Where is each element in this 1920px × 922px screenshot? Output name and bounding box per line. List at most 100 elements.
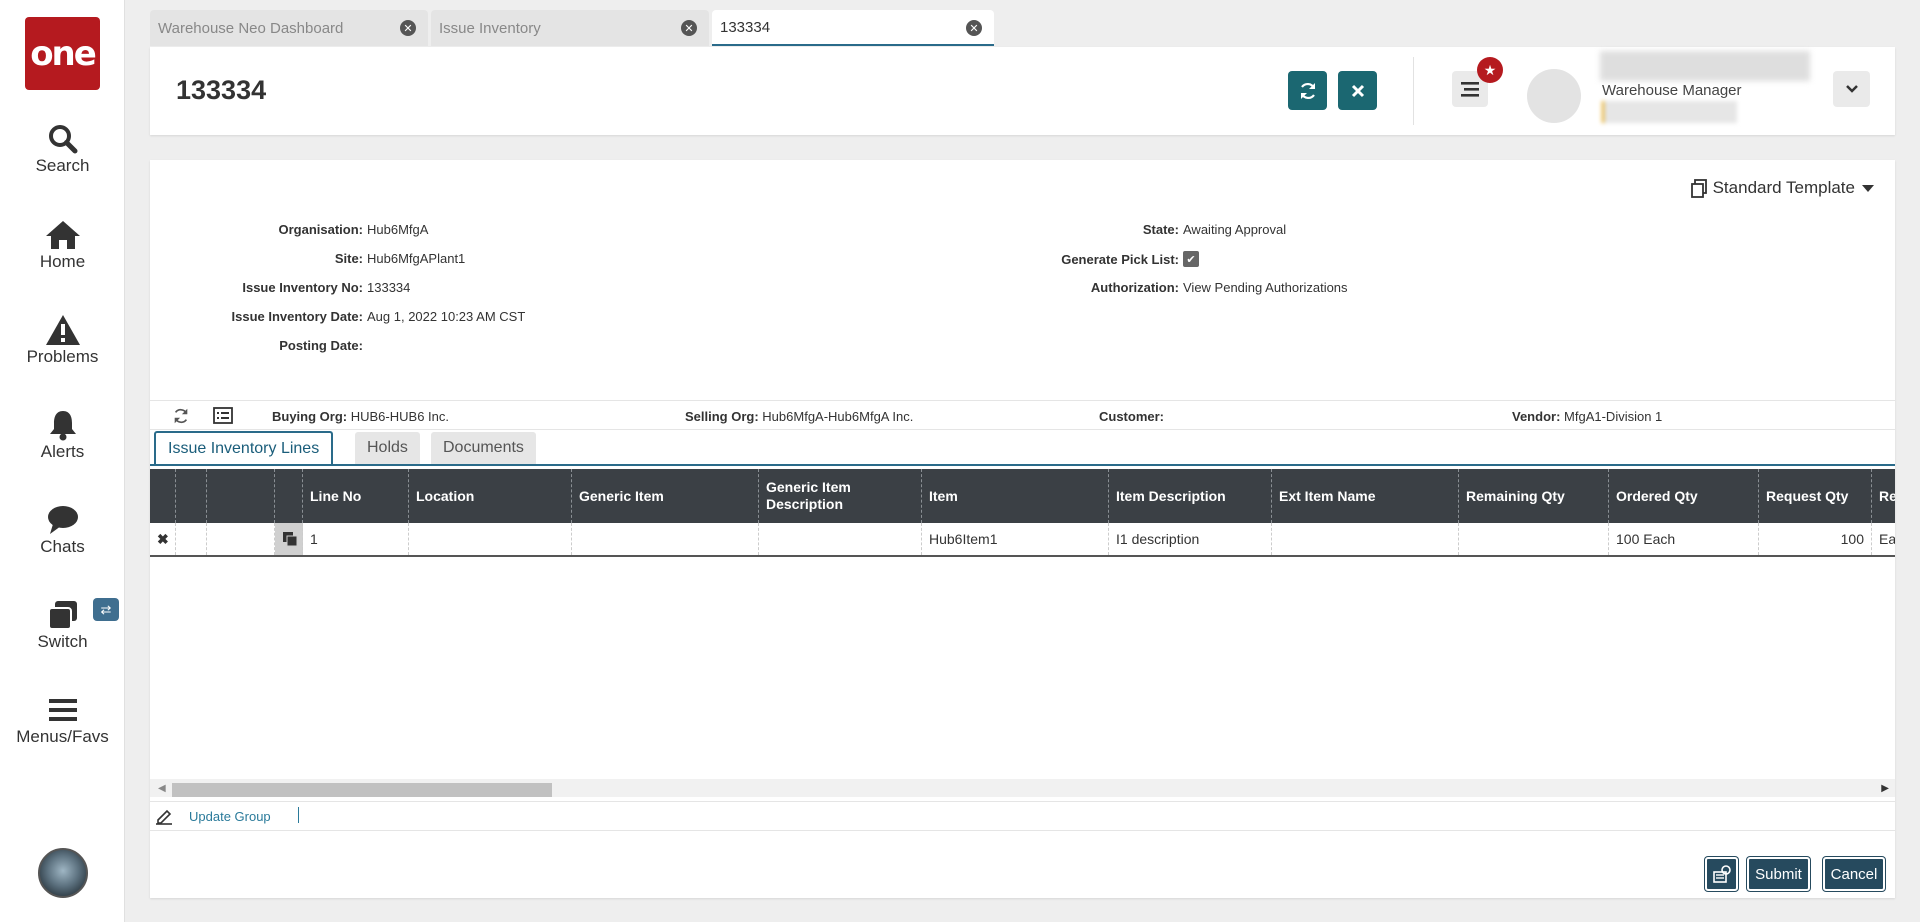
edit-icon[interactable] bbox=[155, 807, 173, 825]
sidebar: one Search Home Problems Alerts Chats Sw bbox=[0, 0, 125, 922]
nav-home[interactable]: Home bbox=[0, 218, 125, 272]
star-icon[interactable]: ★ bbox=[1477, 57, 1503, 83]
field-label: Generate Pick List: bbox=[1061, 251, 1179, 267]
app-logo[interactable]: one bbox=[25, 17, 100, 90]
chat-icon bbox=[0, 503, 125, 537]
cancel-button[interactable]: Cancel bbox=[1823, 857, 1885, 891]
refresh-button[interactable] bbox=[1288, 71, 1327, 110]
menu-icon bbox=[0, 693, 125, 727]
tab-documents[interactable]: Documents bbox=[431, 432, 536, 464]
header-line-no[interactable]: Line No bbox=[303, 469, 409, 523]
buying-org: Buying Org: HUB6-HUB6 Inc. bbox=[272, 409, 449, 424]
divider bbox=[298, 807, 299, 823]
field-label: Posting Date: bbox=[279, 338, 363, 353]
cell-ext-item-name bbox=[1272, 523, 1459, 555]
scroll-left-icon[interactable]: ◀ bbox=[158, 783, 166, 794]
nav-alerts[interactable]: Alerts bbox=[0, 408, 125, 462]
report-button[interactable] bbox=[1705, 857, 1738, 891]
tab-issue-inventory[interactable]: Issue Inventory ✕ bbox=[431, 10, 709, 46]
nav-switch[interactable]: Switch ⇄ bbox=[0, 598, 125, 652]
page-title: 133334 bbox=[176, 75, 267, 105]
tab-133334[interactable]: 133334 ✕ bbox=[712, 10, 994, 46]
generate-pick-list-checkbox[interactable]: ✔ bbox=[1183, 251, 1199, 267]
search-icon bbox=[0, 122, 125, 156]
header-ordered-qty[interactable]: Ordered Qty bbox=[1609, 469, 1759, 523]
tab-underline bbox=[150, 464, 1895, 466]
tab-warehouse-dashboard[interactable]: Warehouse Neo Dashboard ✕ bbox=[150, 10, 428, 46]
row-cell bbox=[176, 523, 207, 555]
delete-row-icon[interactable]: ✖ bbox=[150, 523, 176, 555]
view-pending-authorizations-link[interactable]: View Pending Authorizations bbox=[1183, 280, 1348, 295]
copy-icon bbox=[1690, 178, 1707, 198]
close-icon[interactable]: ✕ bbox=[400, 20, 416, 36]
nav-home-label: Home bbox=[39, 252, 86, 271]
main-panel: Standard Template Organisation: Hub6MfgA… bbox=[150, 160, 1895, 898]
refresh-icon bbox=[1300, 82, 1315, 99]
selling-org: Selling Org: Hub6MfgA-Hub6MfgA Inc. bbox=[685, 409, 914, 424]
header-ext-item-name[interactable]: Ext Item Name bbox=[1272, 469, 1459, 523]
user-menu-button[interactable] bbox=[1833, 71, 1870, 107]
nav-chats[interactable]: Chats bbox=[0, 503, 125, 557]
tab-holds[interactable]: Holds bbox=[355, 432, 420, 464]
close-icon[interactable]: ✕ bbox=[966, 20, 982, 36]
horizontal-scrollbar[interactable]: ◀ ▶ bbox=[150, 779, 1895, 797]
header-cell bbox=[207, 469, 275, 523]
field-label: Authorization: bbox=[1090, 280, 1179, 295]
cell-request-uom[interactable]: Ea bbox=[1872, 523, 1895, 555]
close-icon[interactable]: ✕ bbox=[681, 20, 697, 36]
scrollbar-thumb[interactable] bbox=[172, 783, 552, 797]
template-selector[interactable]: Standard Template bbox=[1690, 178, 1875, 198]
header-cell bbox=[275, 469, 303, 523]
grid-footer: Update Group bbox=[150, 801, 1895, 831]
field-authorization: Authorization: View Pending Authorizatio… bbox=[150, 280, 1348, 295]
close-icon bbox=[1351, 84, 1364, 97]
divider bbox=[1413, 57, 1414, 125]
header-cell bbox=[176, 469, 207, 523]
header-generic-item[interactable]: Generic Item bbox=[572, 469, 759, 523]
customer: Customer: bbox=[1099, 409, 1165, 424]
table-row[interactable]: ✖ 1 Hub6Item1 I1 description 100 Each 10… bbox=[150, 523, 1895, 557]
update-group-link[interactable]: Update Group bbox=[189, 809, 271, 824]
nav-menus-favs[interactable]: Menus/Favs bbox=[0, 693, 125, 747]
tab-issue-inventory-lines[interactable]: Issue Inventory Lines bbox=[154, 431, 334, 465]
bell-icon bbox=[0, 408, 125, 442]
field-posting-date: Posting Date: bbox=[150, 338, 367, 353]
cell-item-link[interactable]: Hub6Item1 bbox=[922, 523, 1109, 555]
tab-label: 133334 bbox=[720, 18, 771, 36]
switch-arrows-icon[interactable]: ⇄ bbox=[93, 598, 119, 621]
header-request-qty[interactable]: Request Qty bbox=[1759, 469, 1872, 523]
details-list-icon[interactable] bbox=[213, 407, 233, 424]
scroll-right-icon[interactable]: ▶ bbox=[1881, 783, 1889, 794]
copy-row-icon[interactable] bbox=[275, 523, 303, 555]
org-info-bar: Buying Org: HUB6-HUB6 Inc. Selling Org: … bbox=[150, 400, 1895, 430]
cell-request-qty[interactable]: 100 bbox=[1759, 523, 1872, 555]
caret-down-icon bbox=[1862, 185, 1874, 192]
nav-problems[interactable]: Problems bbox=[0, 313, 125, 367]
close-button[interactable] bbox=[1338, 71, 1377, 110]
header-generic-item-description[interactable]: Generic Item Description bbox=[759, 469, 922, 523]
header-item-description[interactable]: Item Description bbox=[1109, 469, 1272, 523]
nav-search[interactable]: Search bbox=[0, 122, 125, 176]
cell-generic-item-description bbox=[759, 523, 922, 555]
vendor: Vendor: MfgA1-Division 1 bbox=[1512, 409, 1663, 424]
cell-generic-item[interactable] bbox=[572, 523, 759, 555]
nav-search-label: Search bbox=[35, 156, 90, 175]
refresh-icon[interactable] bbox=[172, 407, 190, 425]
assistant-avatar[interactable] bbox=[38, 848, 88, 898]
chevron-down-icon bbox=[1845, 85, 1858, 93]
cell-ordered-qty: 100 Each bbox=[1609, 523, 1759, 555]
issue-inventory-date-value: Aug 1, 2022 10:23 AM CST bbox=[367, 309, 526, 324]
header-location[interactable]: Location bbox=[409, 469, 572, 523]
header-request-uom[interactable]: Re UO bbox=[1872, 469, 1895, 523]
field-label: Issue Inventory Date: bbox=[231, 309, 364, 324]
grid-header: Line No Location Generic Item Generic It… bbox=[150, 469, 1895, 523]
header-item[interactable]: Item bbox=[922, 469, 1109, 523]
page-header: 133334 ★ Warehouse Manager bbox=[150, 47, 1895, 135]
template-label: Standard Template bbox=[1712, 178, 1855, 197]
home-icon bbox=[0, 218, 125, 252]
header-remaining-qty[interactable]: Remaining Qty bbox=[1459, 469, 1609, 523]
submit-button[interactable]: Submit bbox=[1747, 857, 1810, 891]
cell-location[interactable] bbox=[409, 523, 572, 555]
user-sub-redacted bbox=[1602, 101, 1737, 123]
avatar[interactable] bbox=[1527, 69, 1581, 123]
